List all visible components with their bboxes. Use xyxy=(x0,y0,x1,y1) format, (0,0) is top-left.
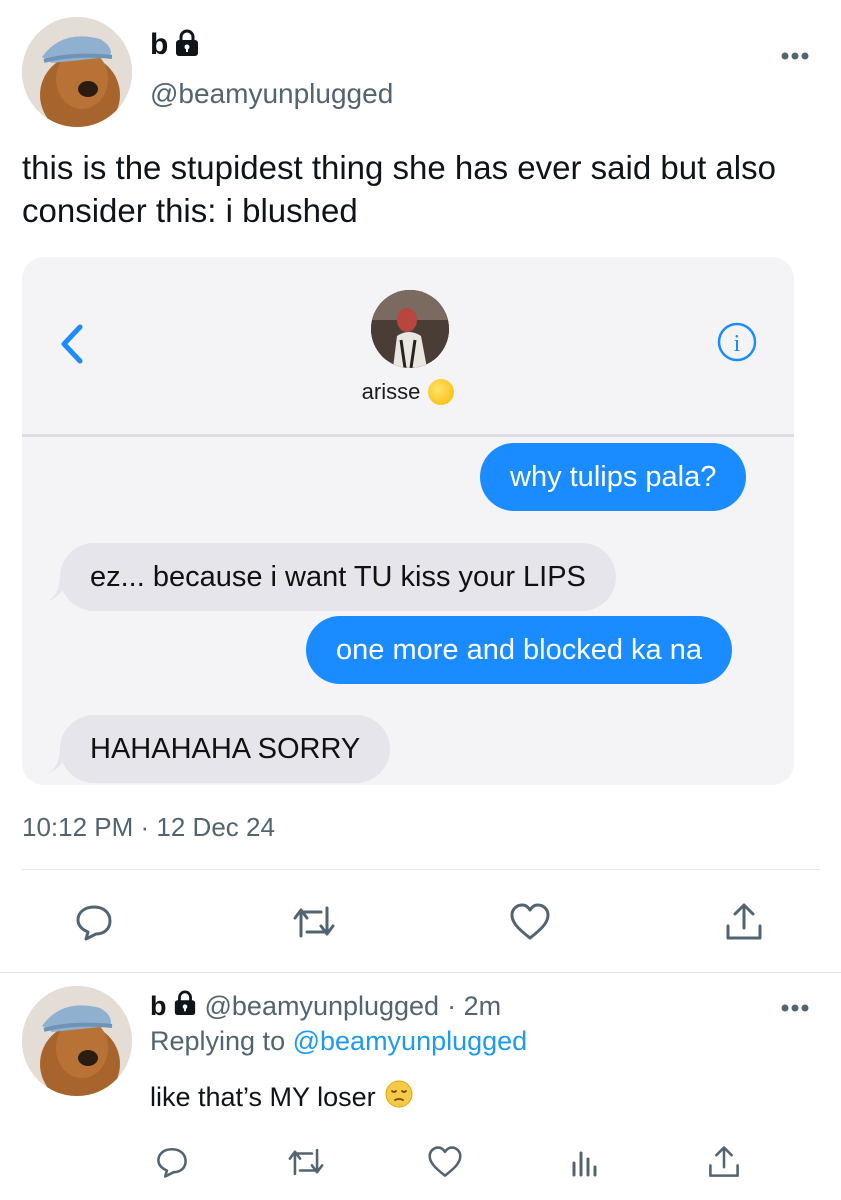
divider xyxy=(22,869,820,870)
tweet-timestamp[interactable]: 10:12 PM · 12 Dec 24 xyxy=(22,812,275,843)
like-button[interactable] xyxy=(508,900,552,944)
reply-icon xyxy=(76,905,112,941)
author-display-name[interactable]: b xyxy=(150,28,168,62)
replying-to-mention[interactable]: @beamyunplugged xyxy=(293,1026,528,1056)
more-options-icon[interactable] xyxy=(780,48,810,66)
author-avatar[interactable] xyxy=(22,17,132,127)
reply-share-button[interactable] xyxy=(704,1142,744,1182)
sun-emoji-icon xyxy=(428,379,455,405)
retweet-icon xyxy=(288,1148,324,1176)
info-icon: i xyxy=(716,321,758,368)
reply-text: like that’s MY loser xyxy=(150,1082,376,1112)
contact-avatar xyxy=(371,290,449,368)
tweet-text: this is the stupidest thing she has ever… xyxy=(22,149,776,229)
reply-display-name[interactable]: b xyxy=(150,991,167,1022)
share-icon xyxy=(726,903,762,940)
author-name-row: b xyxy=(150,28,200,62)
contact-name: arisse xyxy=(361,379,421,404)
reply-analytics-button[interactable] xyxy=(565,1142,605,1182)
replying-to-line: Replying to @beamyunplugged xyxy=(150,1026,527,1057)
share-button[interactable] xyxy=(722,900,766,944)
reply-handle[interactable]: @beamyunplugged xyxy=(205,991,440,1022)
retweet-button[interactable] xyxy=(289,900,339,944)
more-options-icon[interactable] xyxy=(780,1000,810,1018)
message-bubble-outgoing: why tulips pala? xyxy=(480,443,747,511)
attached-image[interactable]: i arisse why tulips pala? ez... because … xyxy=(22,257,794,785)
like-icon xyxy=(428,1146,462,1177)
share-icon xyxy=(709,1146,739,1177)
back-chevron-icon xyxy=(58,323,84,370)
message-bubble-outgoing: one more and blocked ka na xyxy=(306,616,732,684)
retweet-icon xyxy=(293,906,335,938)
analytics-icon xyxy=(572,1151,597,1177)
message-bubble-incoming: HAHAHAHA SORRY xyxy=(60,715,391,783)
lock-icon xyxy=(173,990,197,1023)
lock-icon xyxy=(174,29,200,62)
reply-icon xyxy=(157,1147,187,1178)
reply-time[interactable]: · 2m xyxy=(447,991,501,1022)
reply-meta: b @beamyunplugged · 2m xyxy=(150,990,501,1023)
contact-name-row: arisse xyxy=(22,379,794,405)
reply-retweet-button[interactable] xyxy=(284,1142,328,1182)
divider xyxy=(0,972,841,973)
reply-like-button[interactable] xyxy=(425,1142,465,1182)
reply-button[interactable] xyxy=(72,900,116,944)
dog-avatar-image xyxy=(22,986,132,1096)
message-bubble-incoming: ez... because i want TU kiss your LIPS xyxy=(60,543,616,611)
imessage-header: i arisse xyxy=(22,257,794,437)
reply-author-avatar[interactable] xyxy=(22,986,132,1096)
replying-prefix: Replying to xyxy=(150,1026,286,1056)
author-handle[interactable]: @beamyunplugged xyxy=(150,78,393,110)
like-icon xyxy=(510,903,550,940)
reply-reply-button[interactable] xyxy=(152,1142,192,1182)
pensive-face-icon xyxy=(384,1079,414,1116)
svg-text:i: i xyxy=(734,331,741,357)
reply-text-row: like that’s MY loser xyxy=(150,1079,414,1116)
dog-avatar-image xyxy=(22,17,132,127)
